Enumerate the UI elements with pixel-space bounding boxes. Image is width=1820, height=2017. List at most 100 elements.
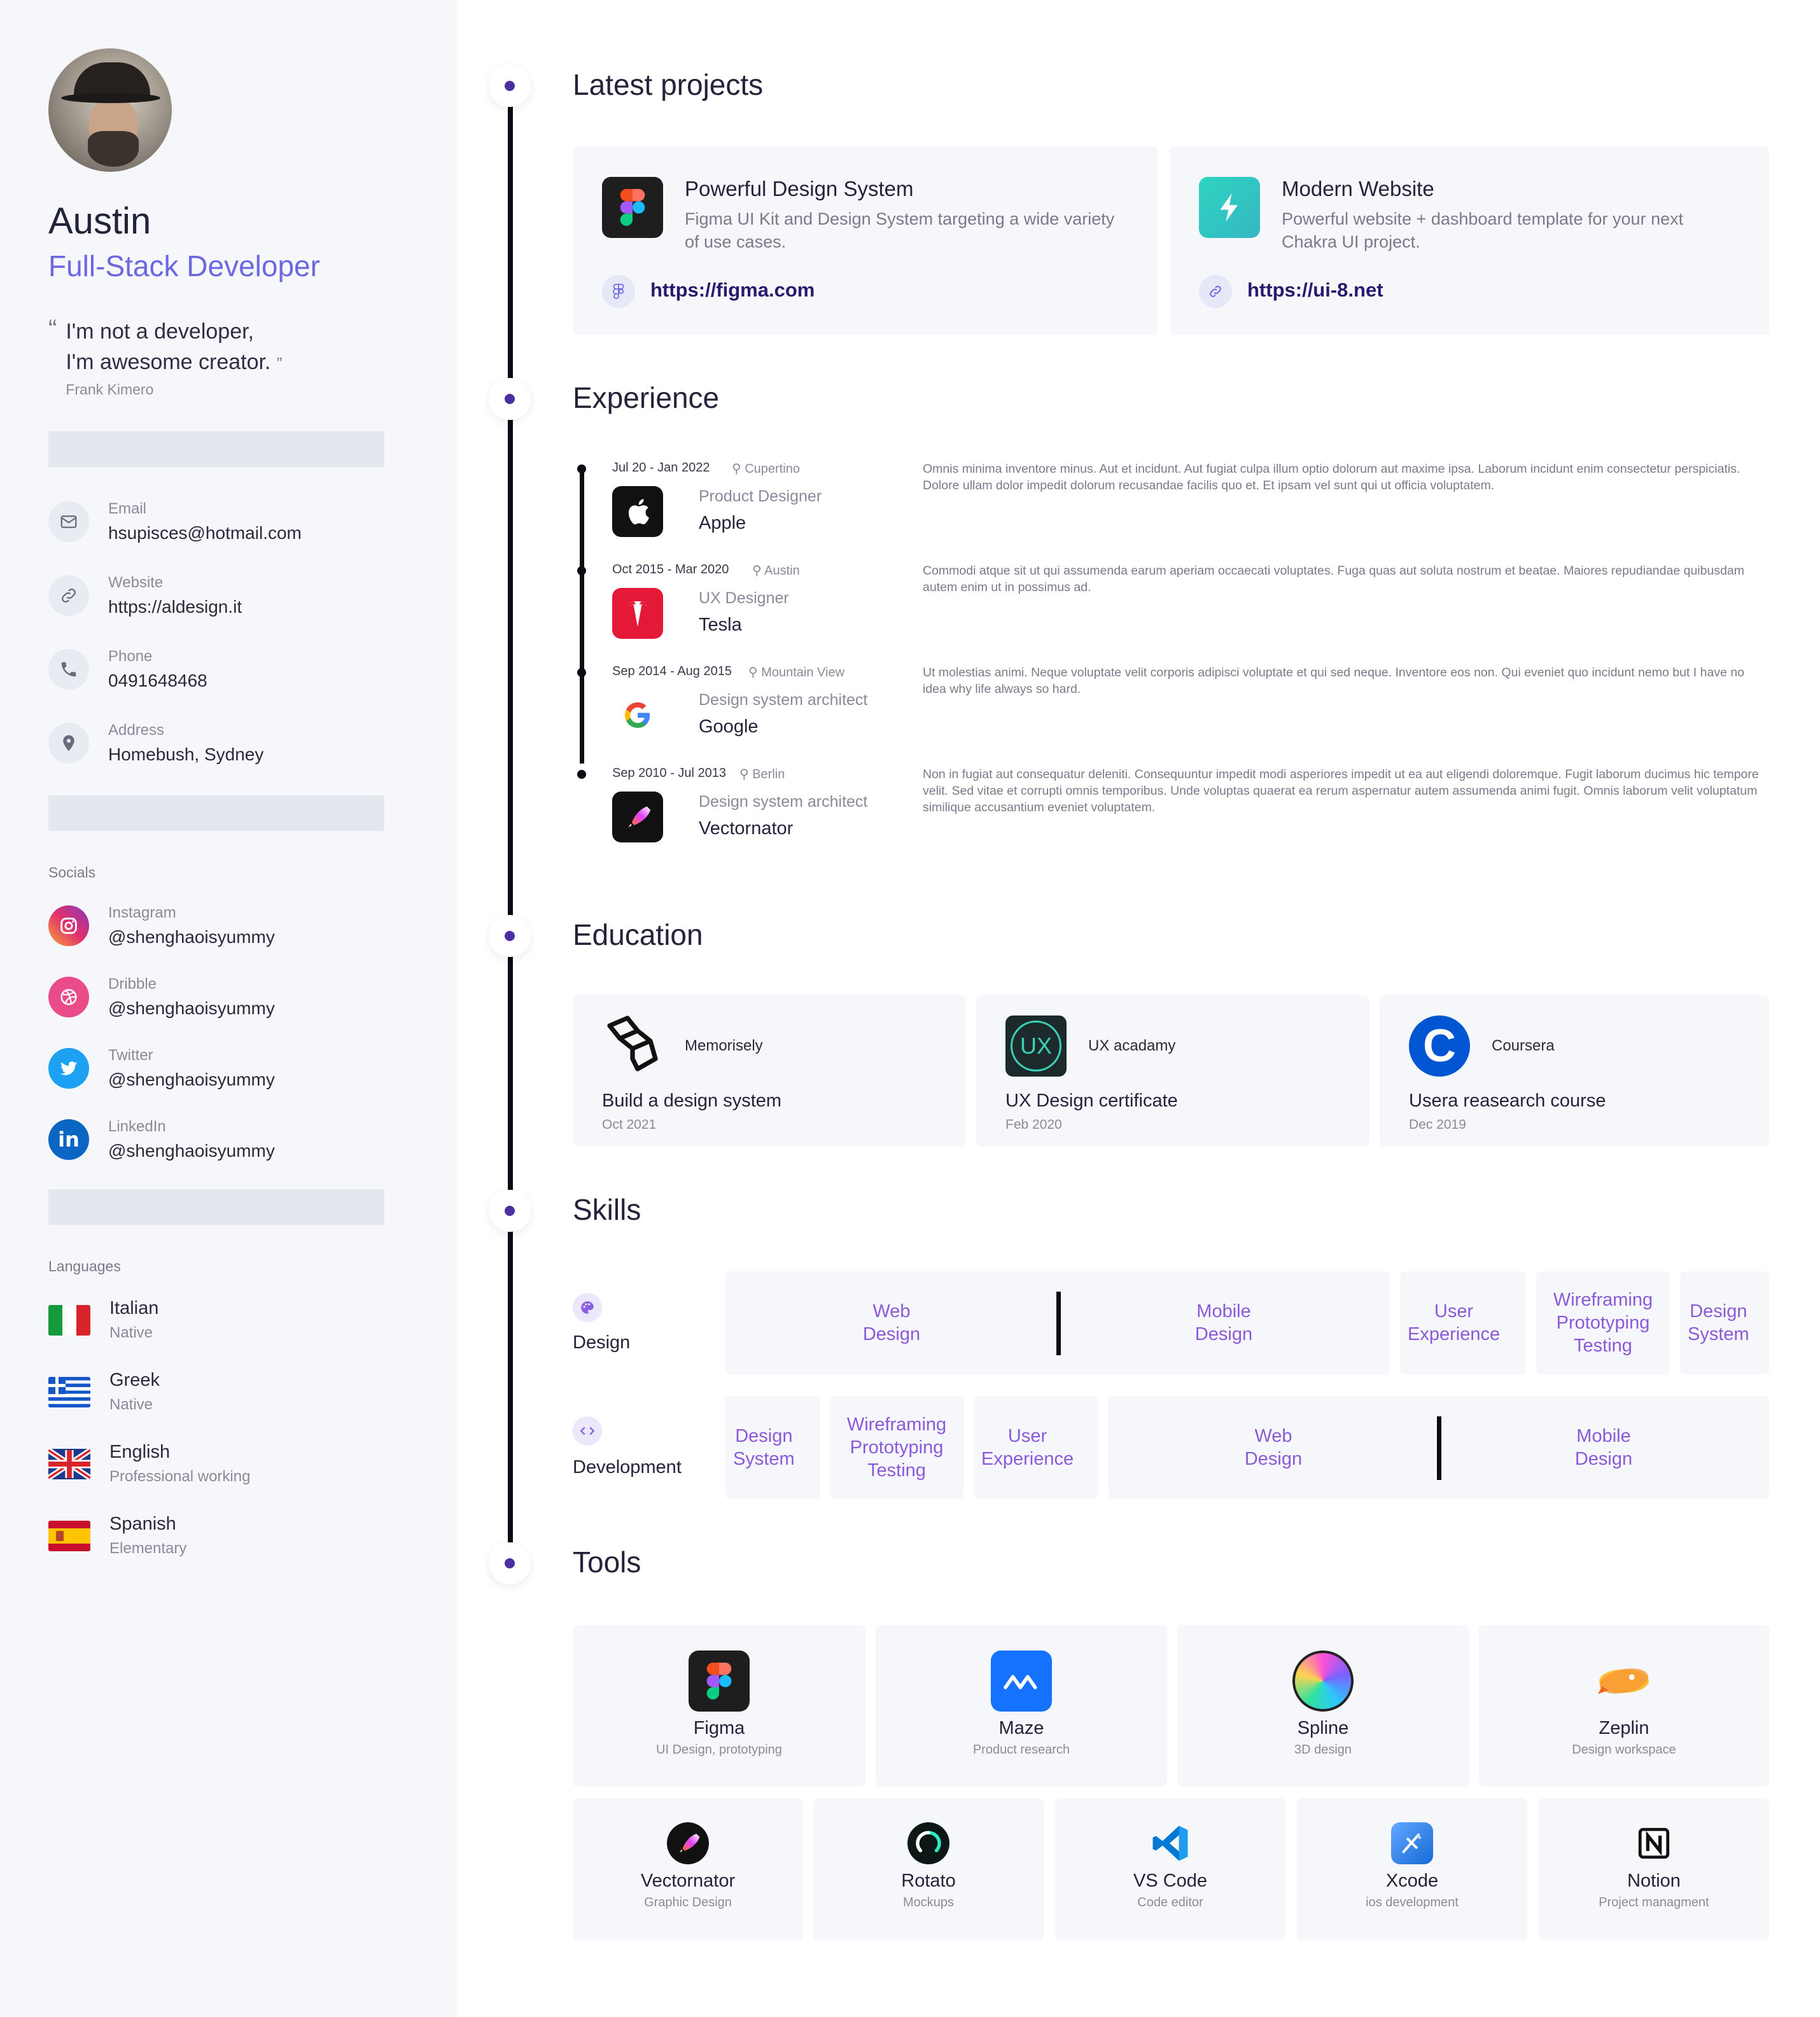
- skill-chip: Mobile Design: [1194, 1301, 1253, 1344]
- experience-description: Ut molestias animi. Neque voluptate veli…: [923, 666, 1745, 696]
- experience-role: Design system architect: [699, 793, 868, 811]
- social-twitter[interactable]: Twitter @shenghaoisyummy: [48, 1047, 457, 1090]
- experience-line: [580, 471, 584, 764]
- tool-name: Zeplin: [1599, 1718, 1649, 1738]
- tool-name: Xcode: [1385, 1871, 1439, 1891]
- tool-card[interactable]: Zeplin Design workspace: [1479, 1625, 1769, 1787]
- tool-card[interactable]: Vectornator Graphic Design: [573, 1798, 803, 1941]
- palette-icon: [573, 1293, 602, 1322]
- tool-card[interactable]: Xcode ios development: [1297, 1798, 1527, 1941]
- quote-open-mark: “: [48, 315, 57, 343]
- education-date: Dec 2019: [1409, 1117, 1466, 1132]
- project-link[interactable]: https://ui-8.net: [1247, 279, 1383, 302]
- italy-flag-icon: [48, 1304, 90, 1336]
- tool-card[interactable]: Figma UI Design, prototyping: [573, 1625, 865, 1787]
- languages-title: Languages: [48, 1258, 121, 1274]
- project-link[interactable]: https://figma.com: [650, 279, 815, 302]
- language-italian: Italian Native: [48, 1298, 457, 1342]
- tool-name: Rotato: [901, 1871, 956, 1891]
- tool-description: Mockups: [902, 1895, 955, 1909]
- contact-website[interactable]: Website https://aldesign.it: [48, 574, 457, 617]
- timeline-dot: [489, 1542, 531, 1584]
- project-description: Powerful website + dashboard template fo…: [1282, 209, 1684, 251]
- education-card[interactable]: C Coursera Usera reasearch course Dec 20…: [1380, 995, 1769, 1147]
- vectornator-icon: [612, 792, 663, 842]
- skill-chip: Design System: [725, 1396, 820, 1499]
- spain-flag-icon: [48, 1520, 90, 1551]
- project-card[interactable]: Modern Website Powerful website + dashbo…: [1170, 146, 1769, 335]
- experience-role: Product Designer: [699, 487, 822, 505]
- spline-icon: [1292, 1651, 1354, 1712]
- divider: [48, 795, 384, 831]
- education-card[interactable]: UX UX acadamy UX Design certificate Feb …: [976, 995, 1369, 1147]
- experience-role: Design system architect: [699, 691, 868, 709]
- language-english: English Professional working: [48, 1442, 457, 1486]
- skill-category: Development: [573, 1457, 682, 1477]
- timeline-dot: [489, 378, 531, 420]
- education-date: Oct 2021: [602, 1117, 657, 1132]
- linkedin-icon: in: [48, 1119, 89, 1160]
- experience-date: Jul 20 - Jan 2022: [612, 461, 710, 475]
- phone-value[interactable]: 0491648468: [108, 671, 207, 691]
- tool-name: Spline: [1297, 1718, 1349, 1738]
- tool-card[interactable]: Rotato Mockups: [813, 1798, 1044, 1941]
- zeplin-icon: [1593, 1651, 1655, 1712]
- education-school: UX acadamy: [1088, 1037, 1176, 1054]
- experience-location: ⚲ Austin: [752, 564, 800, 578]
- experience-dot: [577, 668, 586, 677]
- email-value[interactable]: hsupisces@hotmail.com: [108, 523, 302, 543]
- divider: [48, 431, 384, 467]
- education-school: Memorisely: [685, 1037, 763, 1054]
- skill-chip: User Experience: [974, 1396, 1098, 1499]
- timeline-dot: [489, 65, 531, 107]
- twitter-icon: [48, 1048, 89, 1089]
- tool-description: Design workspace: [1572, 1743, 1676, 1757]
- vscode-icon: [1149, 1822, 1191, 1864]
- experience-date: Sep 2014 - Aug 2015: [612, 664, 732, 678]
- profile-quote: “ I'm not a developer, I'm awesome creat…: [48, 316, 457, 398]
- social-dribbble[interactable]: Dribble @shenghaoisyummy: [48, 975, 457, 1019]
- tool-card[interactable]: Maze Product research: [876, 1625, 1167, 1787]
- project-card[interactable]: Powerful Design System Figma UI Kit and …: [573, 146, 1158, 335]
- section-title-projects: Latest projects: [573, 68, 764, 101]
- link-icon: [1199, 275, 1232, 308]
- skill-chip: Web Design: [1244, 1426, 1303, 1469]
- education-school: Coursera: [1492, 1037, 1555, 1054]
- project-description: Figma UI Kit and Design System targeting…: [685, 209, 1115, 251]
- phone-icon: [48, 649, 89, 690]
- quote-line: I'm not a developer,: [66, 319, 255, 344]
- experience-company: Tesla: [699, 615, 742, 635]
- tool-card[interactable]: VS Code Code editor: [1055, 1798, 1285, 1941]
- experience-location: ⚲ Mountain View: [748, 666, 845, 680]
- mail-icon: [48, 501, 89, 542]
- social-linkedin[interactable]: in LinkedIn @shenghaoisyummy: [48, 1118, 457, 1161]
- socials-section: Socials Instagram @shenghaoisyummy Dribbl…: [48, 864, 457, 1161]
- education-card[interactable]: Memorisely Build a design system Oct 202…: [573, 995, 966, 1147]
- uk-flag-icon: [48, 1448, 90, 1479]
- section-title-education: Education: [573, 918, 703, 951]
- figma-icon: [689, 1651, 750, 1712]
- section-title-experience: Experience: [573, 381, 720, 414]
- tool-name: Maze: [998, 1718, 1044, 1738]
- timeline-dot: [489, 915, 531, 957]
- experience-dot: [577, 464, 586, 473]
- website-value[interactable]: https://aldesign.it: [108, 597, 242, 617]
- tool-card[interactable]: Spline 3D design: [1177, 1625, 1469, 1787]
- education-course: Usera reasearch course: [1409, 1091, 1606, 1111]
- skill-chip: Wireframing Prototyping Testing: [830, 1396, 963, 1499]
- maze-icon: [991, 1651, 1052, 1712]
- code-icon: [573, 1416, 602, 1446]
- experience-company: Apple: [699, 513, 746, 533]
- dribbble-icon: [48, 977, 89, 1017]
- social-instagram[interactable]: Instagram @shenghaoisyummy: [48, 904, 457, 947]
- experience-description: Commodi atque sit ut qui assumenda earum…: [923, 564, 1744, 594]
- experience-date: Sep 2010 - Jul 2013: [612, 766, 727, 780]
- tool-description: Graphic Design: [644, 1895, 732, 1909]
- skill-chip: User Experience: [1400, 1271, 1526, 1374]
- contact-phone[interactable]: Phone 0491648468: [48, 648, 457, 691]
- contact-email[interactable]: Email hsupisces@hotmail.com: [48, 500, 457, 543]
- tool-card[interactable]: Notion Project managment: [1539, 1798, 1769, 1941]
- quote-line: I'm awesome creator. ”: [66, 350, 283, 374]
- chip-divider: [1437, 1416, 1441, 1480]
- location-pin-icon: [48, 723, 89, 764]
